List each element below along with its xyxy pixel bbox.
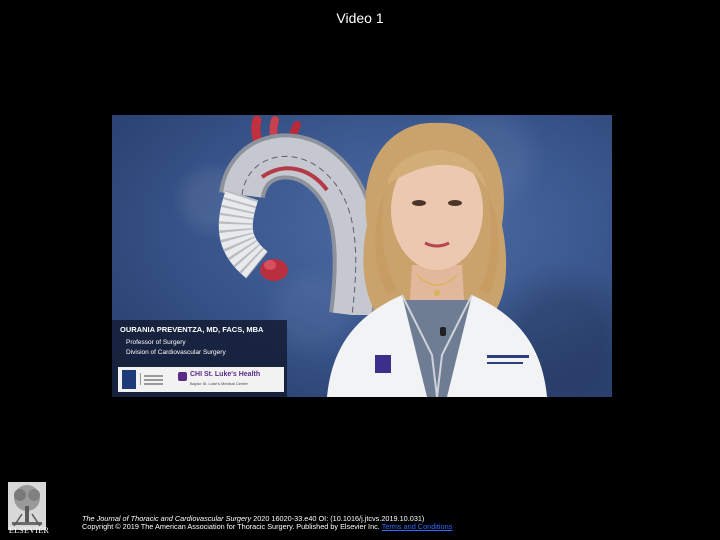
chi-logo-icon — [178, 372, 187, 381]
presenter-title: Professor of Surgery — [126, 339, 186, 346]
institution-logo-bar: CHI St. Luke's Health Baylor St. Luke's … — [118, 367, 284, 392]
publisher-name: ELSEVIER — [8, 526, 50, 535]
citation-text: The Journal of Thoracic and Cardiovascul… — [82, 514, 512, 532]
copyright-text: Copyright © 2019 The American Associatio… — [82, 522, 293, 532]
presenter-video — [327, 122, 547, 397]
presenter-name: OURANIA PREVENTZA, MD, FACS, MBA — [120, 325, 264, 334]
slide-title: Video 1 — [336, 10, 384, 26]
name-lower-third: OURANIA PREVENTZA, MD, FACS, MBA Profess… — [112, 320, 287, 397]
copyright-tail: . Published by Elsevier Inc. — [292, 522, 382, 532]
video-player[interactable]: OURANIA PREVENTZA, MD, FACS, MBA Profess… — [112, 115, 612, 397]
terms-and-conditions-link[interactable]: Terms and Conditions — [382, 522, 453, 531]
baylor-logo-icon — [122, 370, 136, 389]
chi-logo-text: CHI St. Luke's Health — [190, 371, 261, 378]
chi-logo-subtext: Baylor St. Luke's Medical Center — [190, 381, 248, 386]
partner-logo-icon — [140, 373, 163, 385]
presenter-division: Division of Cardiovascular Surgery — [126, 349, 226, 356]
